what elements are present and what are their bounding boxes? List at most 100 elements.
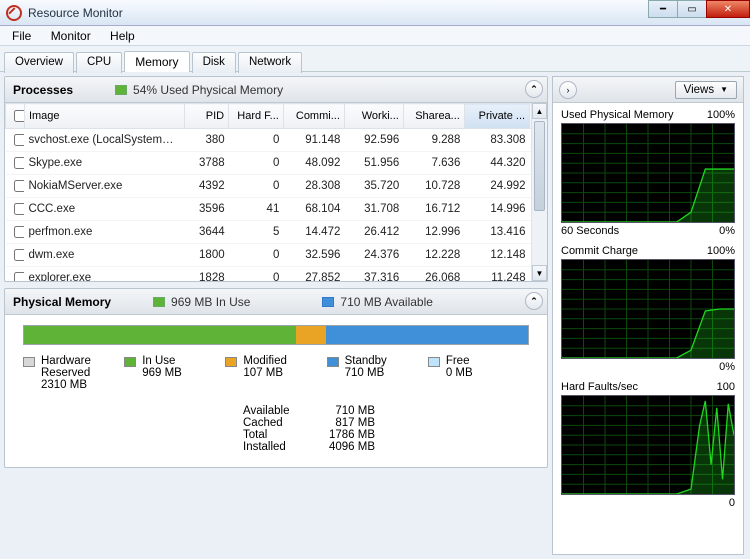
table-row[interactable]: NokiaMServer.exe4392028.30835.72010.7282…: [6, 175, 547, 198]
processes-title: Processes: [13, 83, 73, 97]
tab-disk[interactable]: Disk: [192, 52, 236, 73]
tab-cpu[interactable]: CPU: [76, 52, 122, 73]
inuse-swatch-icon: [124, 357, 136, 367]
graph2-bottom-right: 0%: [719, 361, 735, 373]
legend-hw-value: 2310 MB: [41, 379, 124, 391]
col-pid[interactable]: PID: [184, 104, 228, 129]
stat-cached-label: Cached: [243, 417, 303, 429]
legend-free-label: Free: [446, 355, 473, 367]
graph1-max: 100%: [707, 109, 735, 121]
row-checkbox[interactable]: [14, 249, 25, 261]
col-workingset[interactable]: Worki...: [344, 104, 403, 129]
col-hardfaults[interactable]: Hard F...: [229, 104, 284, 129]
commit-charge-graph: [561, 259, 735, 359]
inuse-icon: [153, 297, 165, 307]
cell-private: 83.308: [464, 129, 529, 152]
memory-usage-icon: [115, 85, 127, 95]
cell-private: 24.992: [464, 175, 529, 198]
maximize-button[interactable]: ▭: [677, 0, 707, 18]
window-title: Resource Monitor: [28, 6, 123, 20]
legend-mod-label: Modified: [243, 355, 286, 367]
tab-memory[interactable]: Memory: [124, 51, 189, 72]
cell-commit: 27.852: [283, 267, 344, 282]
hard-faults-graph: [561, 395, 735, 495]
cell-hardfaults: 41: [229, 198, 284, 221]
graph1-bottom-right: 0%: [719, 225, 735, 237]
graph1-bottom-left: 60 Seconds: [561, 225, 619, 237]
scroll-up-button[interactable]: ▲: [532, 103, 547, 119]
legend-standby-value: 710 MB: [345, 367, 387, 379]
menu-monitor[interactable]: Monitor: [43, 28, 99, 44]
tab-network[interactable]: Network: [238, 52, 302, 73]
collapse-physmem-button[interactable]: ⌃: [525, 292, 543, 310]
memory-legend: Hardware Reserved2310 MB In Use969 MB Mo…: [23, 355, 529, 391]
processes-table: Image PID Hard F... Commi... Worki... Sh…: [5, 103, 547, 281]
cell-commit: 28.308: [283, 175, 344, 198]
row-checkbox[interactable]: [14, 203, 25, 215]
processes-scrollbar[interactable]: ▲ ▼: [531, 103, 547, 281]
col-private[interactable]: Private ...: [464, 104, 529, 129]
cell-hardfaults: 0: [229, 129, 284, 152]
views-label: Views: [684, 84, 714, 96]
cell-shareable: 12.228: [403, 244, 464, 267]
menu-help[interactable]: Help: [102, 28, 143, 44]
cell-commit: 68.104: [283, 198, 344, 221]
modified-swatch-icon: [225, 357, 237, 367]
chevron-down-icon: ▼: [720, 85, 728, 94]
table-row[interactable]: perfmon.exe3644514.47226.41212.99613.416: [6, 221, 547, 244]
stat-total-label: Total: [243, 429, 303, 441]
row-checkbox[interactable]: [14, 157, 25, 169]
scroll-down-button[interactable]: ▼: [532, 265, 547, 281]
row-checkbox[interactable]: [14, 272, 25, 281]
row-checkbox[interactable]: [14, 180, 25, 192]
cell-pid: 3644: [184, 221, 228, 244]
graph3-title: Hard Faults/sec: [561, 381, 638, 393]
cell-shareable: 26.068: [403, 267, 464, 282]
stat-installed-value: 4096 MB: [315, 441, 375, 453]
table-row[interactable]: svchost.exe (LocalSystemNet...380091.148…: [6, 129, 547, 152]
cell-image: CCC.exe: [24, 198, 184, 221]
minimize-button[interactable]: ━: [648, 0, 678, 18]
cell-shareable: 12.996: [403, 221, 464, 244]
available-icon: [322, 297, 334, 307]
stat-installed-label: Installed: [243, 441, 303, 453]
legend-inuse-label: In Use: [142, 355, 182, 367]
cell-commit: 91.148: [283, 129, 344, 152]
graphs-collapse-button[interactable]: ›: [559, 81, 577, 99]
row-checkbox[interactable]: [14, 226, 25, 238]
cell-pid: 380: [184, 129, 228, 152]
col-check[interactable]: [6, 104, 25, 129]
collapse-processes-button[interactable]: ⌃: [525, 80, 543, 98]
col-commit[interactable]: Commi...: [283, 104, 344, 129]
table-row[interactable]: Skype.exe3788048.09251.9567.63644.320: [6, 152, 547, 175]
views-button[interactable]: Views ▼: [675, 81, 737, 99]
cell-workingset: 92.596: [344, 129, 403, 152]
cell-pid: 1800: [184, 244, 228, 267]
table-row[interactable]: explorer.exe1828027.85237.31626.06811.24…: [6, 267, 547, 282]
cell-private: 44.320: [464, 152, 529, 175]
cell-image: explorer.exe: [24, 267, 184, 282]
tab-overview[interactable]: Overview: [4, 52, 74, 73]
table-row[interactable]: dwm.exe1800032.59624.37612.22812.148: [6, 244, 547, 267]
free-swatch-icon: [428, 357, 440, 367]
col-shareable[interactable]: Sharea...: [403, 104, 464, 129]
col-image[interactable]: Image: [24, 104, 184, 129]
stat-available-value: 710 MB: [315, 405, 375, 417]
window-titlebar: Resource Monitor ━ ▭ ✕: [0, 0, 750, 26]
graph1-title: Used Physical Memory: [561, 109, 673, 121]
cell-workingset: 26.412: [344, 221, 403, 244]
menubar: File Monitor Help: [0, 26, 750, 46]
cell-commit: 14.472: [283, 221, 344, 244]
row-checkbox[interactable]: [14, 134, 25, 146]
cell-workingset: 51.956: [344, 152, 403, 175]
stat-cached-value: 817 MB: [315, 417, 375, 429]
available-header: 710 MB Available: [340, 295, 433, 309]
cell-hardfaults: 0: [229, 175, 284, 198]
menu-file[interactable]: File: [4, 28, 39, 44]
cell-private: 12.148: [464, 244, 529, 267]
select-all-checkbox[interactable]: [14, 110, 24, 122]
table-row[interactable]: CCC.exe35964168.10431.70816.71214.996: [6, 198, 547, 221]
processes-panel: Processes 54% Used Physical Memory ⌃ Ima…: [4, 76, 548, 282]
scroll-thumb[interactable]: [534, 121, 545, 211]
close-button[interactable]: ✕: [706, 0, 750, 18]
